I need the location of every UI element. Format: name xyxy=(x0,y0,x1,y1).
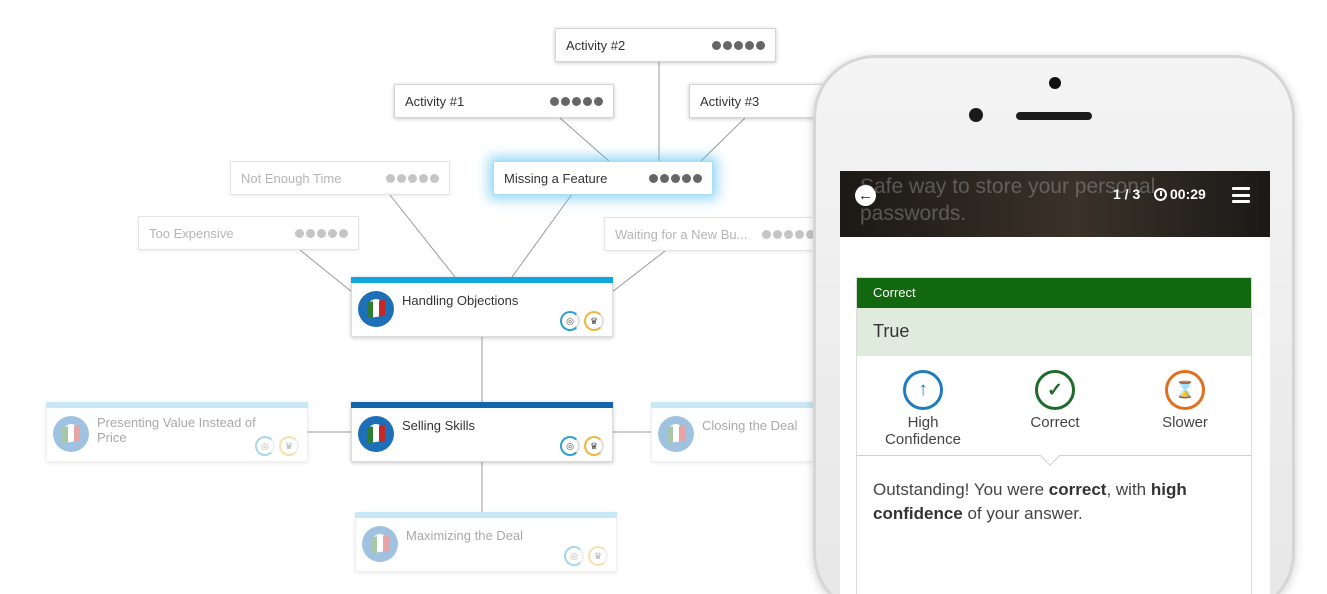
hourglass-icon: ⌛ xyxy=(1165,370,1205,410)
activity-node-too-expensive[interactable]: Too Expensive xyxy=(138,216,359,250)
skill-avatar xyxy=(658,416,694,452)
arrow-up-icon: ↑ xyxy=(903,370,943,410)
feedback-correct: correct xyxy=(1048,480,1107,499)
clock-icon xyxy=(1154,187,1167,201)
skill-title: Maximizing the Deal xyxy=(406,528,524,543)
activity-label: Missing a Feature xyxy=(504,170,608,186)
activity-label: Not Enough Time xyxy=(241,170,342,186)
rating-dots xyxy=(550,96,603,106)
skill-avatar xyxy=(362,526,398,562)
skill-card-handling-objections[interactable]: Handling Objections ◎ ♛ xyxy=(351,277,613,337)
rating-dots xyxy=(386,173,439,183)
trophy-icon[interactable]: ♛ xyxy=(588,546,608,566)
skill-accent-bar xyxy=(355,512,617,518)
skill-card-presenting-value[interactable]: Presenting Value Instead of Price ◎ ♛ xyxy=(46,402,308,462)
skill-title: Presenting Value Instead of Price xyxy=(97,415,256,445)
camera-sensor xyxy=(1049,77,1061,89)
timer-value: 00:29 xyxy=(1170,186,1206,202)
activity-label: Activity #1 xyxy=(405,93,465,109)
skill-accent-bar xyxy=(351,402,613,408)
front-camera xyxy=(969,108,983,122)
skill-card-maximizing-the-deal[interactable]: Maximizing the Deal ◎ ♛ xyxy=(355,512,617,572)
activity-node-not-enough-time[interactable]: Not Enough Time xyxy=(230,161,450,195)
metric-label: High Confidence xyxy=(885,414,961,448)
metric-correctness: ✓ Correct xyxy=(1000,370,1110,431)
skill-title: Selling Skills xyxy=(402,418,475,433)
menu-icon[interactable] xyxy=(1232,187,1250,203)
feedback-mid: , with xyxy=(1106,480,1151,499)
back-arrow-icon[interactable]: ← xyxy=(855,185,876,206)
trophy-icon[interactable]: ♛ xyxy=(279,436,299,456)
quiz-header: Safe way to store your personal password… xyxy=(840,171,1270,237)
feedback-end: of your answer. xyxy=(962,504,1083,523)
skill-title: Closing the Deal xyxy=(702,418,798,433)
result-card: Correct True ↑ High Confidence ✓ Correct… xyxy=(856,277,1252,594)
check-icon: ✓ xyxy=(1035,370,1075,410)
activity-label: Too Expensive xyxy=(149,225,234,241)
trophy-icon[interactable]: ♛ xyxy=(584,311,604,331)
phone-speaker xyxy=(1016,112,1092,120)
metric-confidence: ↑ High Confidence xyxy=(868,370,978,448)
activity-label: Waiting for a New Bu... xyxy=(615,226,748,242)
rating-dots xyxy=(762,229,815,239)
skill-avatar xyxy=(358,416,394,452)
phone-screen: Safe way to store your personal password… xyxy=(840,171,1270,594)
progress-icon[interactable]: ◎ xyxy=(560,311,580,331)
skill-card-selling-skills[interactable]: Selling Skills ◎ ♛ xyxy=(351,402,613,462)
skill-accent-bar xyxy=(46,402,308,408)
skill-avatar xyxy=(358,291,394,327)
selected-answer: True xyxy=(857,308,1251,356)
activity-node-missing-feature[interactable]: Missing a Feature xyxy=(493,161,713,195)
result-status: Correct xyxy=(857,278,1251,308)
trophy-icon[interactable]: ♛ xyxy=(584,436,604,456)
skill-accent-bar xyxy=(351,277,613,283)
metric-speed: ⌛ Slower xyxy=(1130,370,1240,431)
result-metrics: ↑ High Confidence ✓ Correct ⌛ Slower xyxy=(857,356,1251,466)
rating-dots xyxy=(649,173,702,183)
phone-mockup: Safe way to store your personal password… xyxy=(813,55,1295,594)
progress-icon[interactable]: ◎ xyxy=(255,436,275,456)
question-progress: 1 / 3 xyxy=(1113,186,1141,202)
progress-icon[interactable]: ◎ xyxy=(560,436,580,456)
rating-dots xyxy=(295,228,348,238)
quiz-timer: 00:29 xyxy=(1154,186,1206,202)
activity-node-1[interactable]: Activity #1 xyxy=(394,84,614,118)
metric-label: Correct xyxy=(1030,414,1080,431)
skill-avatar xyxy=(53,416,89,452)
feedback-intro: Outstanding! You were xyxy=(873,480,1049,499)
activity-node-waiting[interactable]: Waiting for a New Bu... xyxy=(604,217,826,251)
metric-label: Slower xyxy=(1162,414,1208,431)
skill-title: Handling Objections xyxy=(402,293,519,308)
feedback-text: Outstanding! You were correct, with high… xyxy=(857,456,1251,548)
progress-icon[interactable]: ◎ xyxy=(564,546,584,566)
activity-node-2[interactable]: Activity #2 xyxy=(555,28,776,62)
rating-dots xyxy=(712,40,765,50)
activity-label: Activity #2 xyxy=(566,37,626,53)
